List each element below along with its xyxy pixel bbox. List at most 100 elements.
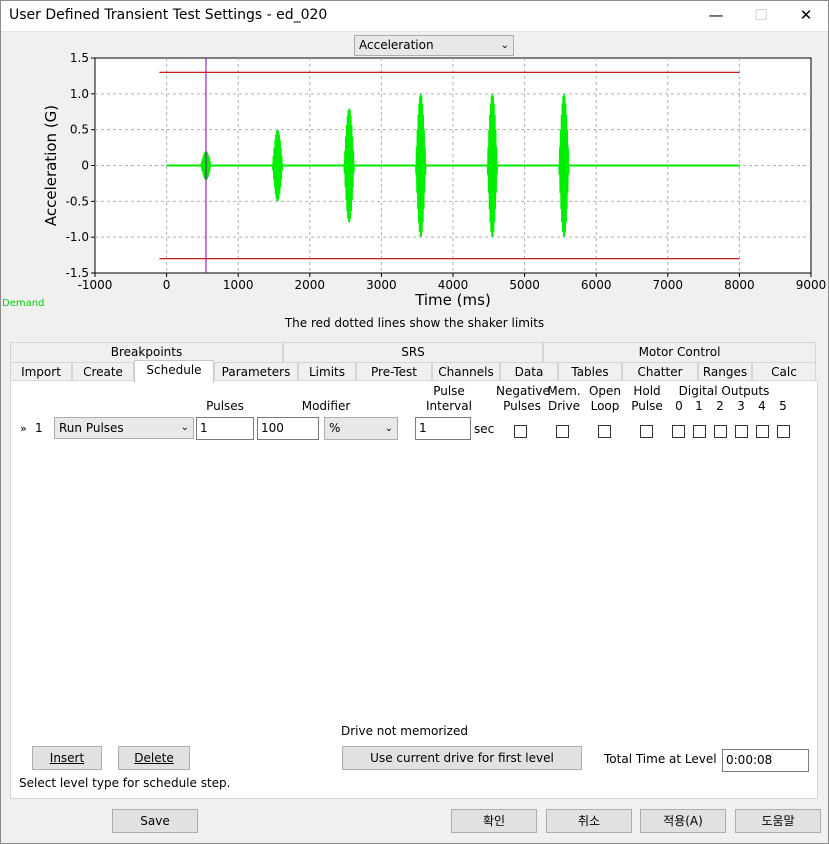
- apply-button[interactable]: 적용(A): [640, 809, 726, 833]
- header-pulses: Pulses: [206, 399, 244, 413]
- tab-calc[interactable]: Calc: [752, 362, 816, 382]
- header-negative: Negative: [496, 384, 550, 398]
- x-tick-label: 8000: [724, 278, 755, 292]
- level-type-value: Run Pulses: [59, 421, 124, 435]
- y-tick-label: 1.5: [70, 51, 89, 65]
- y-tick-label: 1.0: [70, 87, 89, 101]
- y-tick-label: 0: [81, 159, 89, 173]
- x-axis-label: Time (ms): [414, 291, 491, 309]
- x-tick-label: 5000: [509, 278, 540, 292]
- close-icon[interactable]: ✕: [783, 0, 829, 31]
- interval-input[interactable]: 1: [415, 417, 471, 440]
- pulses-input[interactable]: 1: [196, 417, 254, 440]
- chart-caption: The red dotted lines show the shaker lim…: [284, 316, 545, 330]
- tab-row-bottom: Import Create Schedule Parameters Limits…: [10, 360, 816, 383]
- ok-button[interactable]: 확인: [451, 809, 537, 833]
- pulse-envelope: [561, 104, 567, 227]
- pulse-envelope: [489, 104, 495, 227]
- level-type-select[interactable]: Run Pulses ⌄: [54, 417, 194, 439]
- header-do-3: 3: [737, 399, 745, 413]
- header-do-4: 4: [758, 399, 766, 413]
- header-interval: Interval: [426, 399, 472, 413]
- open-loop-checkbox[interactable]: [598, 425, 611, 438]
- digital-output-3-checkbox[interactable]: [735, 425, 748, 438]
- x-tick-label: -1000: [78, 278, 113, 292]
- maximize-icon[interactable]: ☐: [738, 0, 784, 31]
- hint-text: Select level type for schedule step.: [19, 776, 231, 790]
- x-tick-label: 4000: [438, 278, 469, 292]
- modifier-value-input[interactable]: 100: [257, 417, 319, 440]
- modifier-unit-value: %: [329, 421, 341, 435]
- digital-output-4-checkbox[interactable]: [756, 425, 769, 438]
- header-do-2: 2: [716, 399, 724, 413]
- y-tick-label: 0.5: [70, 123, 89, 137]
- acceleration-chart: -1000 0 1000 2000 3000 4000 5000 6000 7000 8000 90…: [42, 51, 827, 309]
- header-modifier: Modifier: [301, 399, 351, 413]
- hold-pulse-checkbox[interactable]: [640, 425, 653, 438]
- help-button[interactable]: 도움말: [735, 809, 821, 833]
- tab-ranges[interactable]: Ranges: [698, 362, 752, 382]
- save-button[interactable]: Save: [112, 809, 198, 833]
- x-tick-label: 6000: [581, 278, 612, 292]
- tab-tables[interactable]: Tables: [558, 362, 622, 382]
- header-open: Open: [588, 384, 622, 398]
- tab-pre-test[interactable]: Pre-Test: [356, 362, 432, 382]
- x-tick-label: 2000: [295, 278, 326, 292]
- modifier-unit-select[interactable]: % ⌄: [324, 417, 398, 440]
- header-hold-pulse: Pulse: [631, 399, 663, 413]
- negative-pulses-checkbox[interactable]: [514, 425, 527, 438]
- tab-chatter[interactable]: Chatter: [622, 362, 698, 382]
- tab-import[interactable]: Import: [10, 362, 72, 382]
- demand-label: Demand: [2, 298, 45, 309]
- tab-parameters[interactable]: Parameters: [214, 362, 298, 382]
- header-mem: Mem.: [547, 384, 581, 398]
- pulse-envelope: [346, 116, 352, 215]
- header-do-0: 0: [675, 399, 683, 413]
- minimize-icon[interactable]: —: [693, 0, 739, 31]
- insert-button[interactable]: Insert: [32, 746, 102, 770]
- pulse-envelope: [275, 135, 281, 196]
- row-index: 1: [35, 421, 43, 435]
- digital-output-1-checkbox[interactable]: [693, 425, 706, 438]
- tab-motor-control[interactable]: Motor Control: [543, 342, 816, 362]
- header-negative-pulses: Pulses: [503, 399, 541, 413]
- header-digital-outputs: Digital Outputs: [678, 384, 770, 398]
- window-title: User Defined Transient Test Settings - e…: [9, 7, 328, 23]
- interval-unit: sec: [474, 422, 495, 436]
- drive-status: Drive not memorized: [341, 724, 468, 738]
- x-tick-label: 3000: [366, 278, 397, 292]
- cancel-button[interactable]: 취소: [546, 809, 632, 833]
- total-time-label: Total Time at Level: [604, 752, 717, 766]
- digital-output-2-checkbox[interactable]: [714, 425, 727, 438]
- tab-create[interactable]: Create: [72, 362, 134, 382]
- tab-srs[interactable]: SRS: [283, 342, 543, 362]
- header-open-loop: Loop: [590, 399, 620, 413]
- chevron-down-icon: ⌄: [384, 423, 393, 434]
- x-tick-label: 0: [163, 278, 171, 292]
- x-tick-label: 1000: [223, 278, 254, 292]
- mem-drive-checkbox[interactable]: [556, 425, 569, 438]
- delete-button[interactable]: Delete: [118, 746, 190, 770]
- use-current-drive-button[interactable]: Use current drive for first level: [342, 746, 582, 770]
- insert-button-label: Insert: [49, 751, 85, 765]
- tab-data[interactable]: Data: [500, 362, 558, 382]
- x-tick-label: 9000: [796, 278, 827, 292]
- digital-output-5-checkbox[interactable]: [777, 425, 790, 438]
- header-do-5: 5: [779, 399, 787, 413]
- tab-channels[interactable]: Channels: [432, 362, 500, 382]
- tab-row-top: Breakpoints SRS Motor Control: [10, 342, 816, 362]
- header-do-1: 1: [695, 399, 703, 413]
- y-tick-label: -1.5: [66, 266, 89, 280]
- digital-output-0-checkbox[interactable]: [672, 425, 685, 438]
- y-tick-label: -0.5: [66, 194, 89, 208]
- x-tick-label: 7000: [653, 278, 684, 292]
- tab-limits[interactable]: Limits: [298, 362, 356, 382]
- tab-breakpoints[interactable]: Breakpoints: [10, 342, 283, 362]
- tab-schedule[interactable]: Schedule: [134, 360, 214, 383]
- y-axis-label: Acceleration (G): [42, 105, 60, 226]
- header-pulse: Pulse: [433, 384, 465, 398]
- row-marker: »: [20, 422, 27, 435]
- pulse-envelope: [418, 104, 424, 227]
- header-mem-drive: Drive: [548, 399, 580, 413]
- y-tick-label: -1.0: [66, 230, 89, 244]
